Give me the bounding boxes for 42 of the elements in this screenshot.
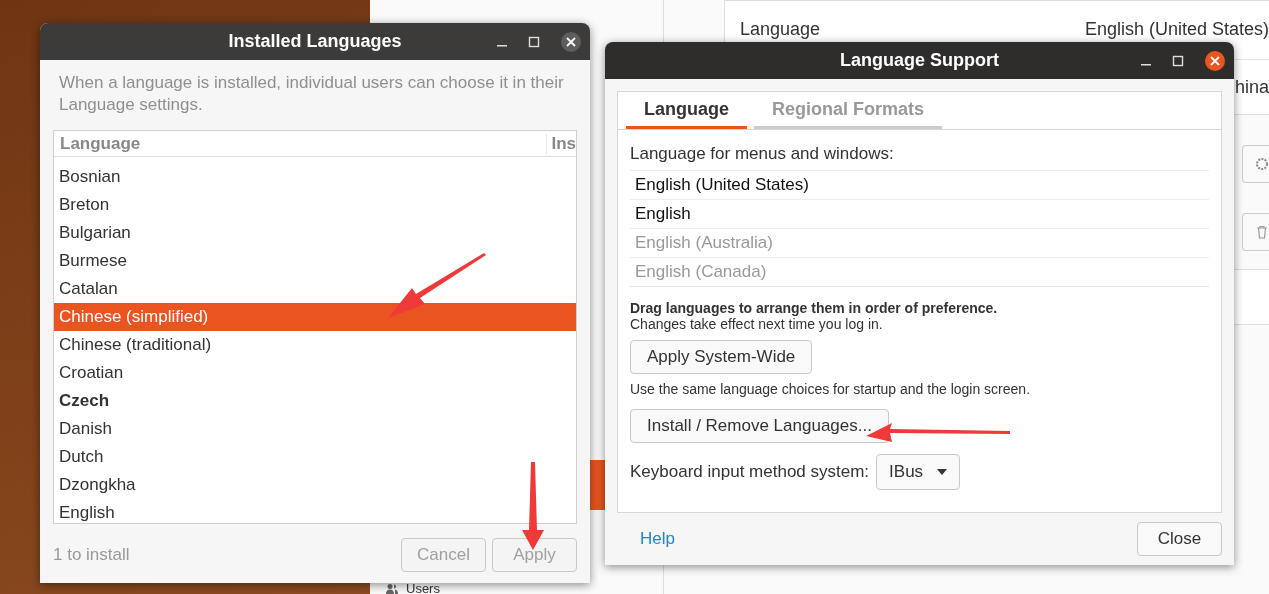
language-row[interactable]: Bosnian	[54, 163, 576, 191]
description-text: When a language is installed, individual users can choose it in their Language settings.	[58, 72, 565, 116]
language-row[interactable]: English	[54, 499, 576, 523]
settings-button[interactable]	[1242, 145, 1269, 183]
window-title: Language Support	[840, 50, 999, 71]
window-title: Installed Languages	[228, 31, 402, 52]
language-row[interactable]: Chinese (traditional)	[54, 331, 576, 359]
close-icon[interactable]	[1204, 49, 1226, 72]
hint-text: Changes take effect next time you log in.	[630, 316, 884, 332]
language-row[interactable]: Danish	[54, 415, 576, 443]
maximize-icon[interactable]	[1172, 54, 1184, 67]
status-text: 1 to install	[53, 545, 131, 565]
install-remove-button[interactable]: Install / Remove Languages...	[630, 409, 889, 443]
close-button[interactable]: Close	[1137, 522, 1222, 556]
input-method-label: Keyboard input method system:	[630, 462, 870, 482]
row-value: hina	[1234, 76, 1269, 98]
column-header[interactable]: Ins	[546, 133, 576, 154]
row-value: English (United States)	[1084, 19, 1269, 40]
language-row[interactable]: Burmese	[54, 247, 576, 275]
language-row[interactable]: Czech	[54, 387, 576, 415]
apply-system-wide-button[interactable]: Apply System-Wide	[630, 340, 813, 374]
column-header[interactable]: Language	[54, 133, 141, 154]
trash-icon	[1255, 225, 1269, 239]
caret-icon	[937, 469, 948, 475]
language-row[interactable]: Dutch	[54, 443, 576, 471]
help-link[interactable]: Help	[640, 529, 675, 549]
language-row[interactable]: Croatian	[54, 359, 576, 387]
hint-text: Use the same language choices for startup and the login screen.	[630, 381, 1032, 397]
language-row[interactable]: Dzongkha	[54, 471, 576, 499]
section-label: Language for menus and windows:	[630, 144, 895, 164]
tab[interactable]: Language	[626, 92, 747, 129]
language-row[interactable]: Breton	[54, 191, 576, 219]
language-row[interactable]: Bulgarian	[54, 219, 576, 247]
sidebar-item[interactable]: Users	[386, 584, 440, 594]
language-row[interactable]: English	[630, 199, 1209, 228]
language-row[interactable]: English (United States)	[630, 170, 1209, 199]
input-method-dropdown[interactable]: IBus	[876, 454, 961, 490]
language-row[interactable]: Catalan	[54, 275, 576, 303]
language-row[interactable]: Chinese (simplified)	[54, 303, 576, 331]
users-icon	[386, 584, 398, 594]
hint-text: Drag languages to arrange them in order of preference.	[630, 300, 999, 316]
row-label: Language	[740, 19, 821, 40]
